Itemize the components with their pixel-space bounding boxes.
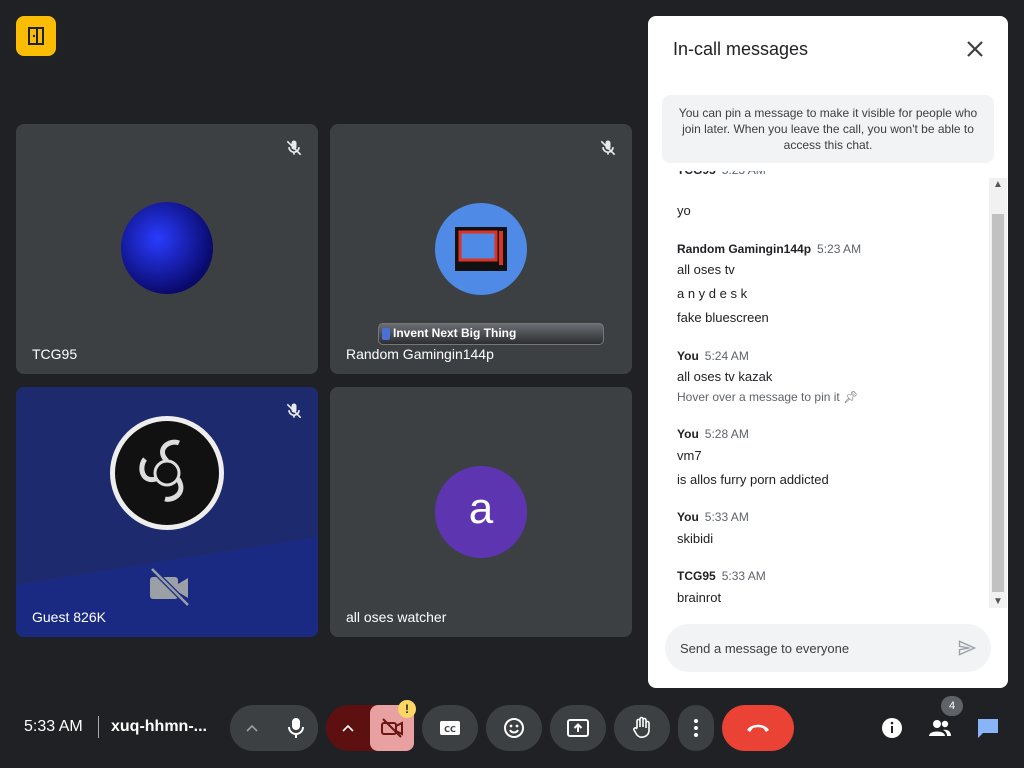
message-compose[interactable]: Send a message to everyone — [665, 624, 991, 672]
participant-name: Random Gamingin144p — [346, 346, 494, 362]
participant-name: Guest 826K — [32, 609, 106, 625]
present-button[interactable] — [550, 705, 606, 751]
status-banner: Invent Next Big Thing — [378, 323, 604, 345]
participant-tile[interactable]: Guest 826K — [16, 387, 318, 637]
reactions-button[interactable] — [486, 705, 542, 751]
present-screen-icon — [567, 719, 589, 737]
pin-info-note: You can pin a message to make it visible… — [662, 95, 994, 163]
more-vert-icon — [694, 719, 698, 737]
mic-control — [230, 705, 318, 751]
pin-icon: 📌︎ — [843, 390, 859, 404]
participant-name: TCG95 — [32, 346, 78, 362]
mic-button[interactable] — [274, 705, 318, 751]
camera-off-icon — [381, 718, 403, 738]
people-icon — [929, 720, 951, 736]
camera-warning-badge: ! — [398, 700, 416, 718]
people-button[interactable] — [924, 712, 956, 744]
info-icon — [882, 718, 902, 738]
avatar — [435, 203, 527, 295]
participant-tile[interactable]: Invent Next Big Thing Random Gamingin144… — [330, 124, 632, 374]
participant-tile[interactable]: a all oses watcher — [330, 387, 632, 637]
message-header: Random Gamingin144p 5:23 AM — [677, 242, 862, 256]
divider — [98, 716, 99, 738]
pin-hint: Hover over a message to pin it 📌︎ — [677, 390, 859, 404]
camera-off-icon — [150, 567, 190, 607]
message-input[interactable]: Send a message to everyone — [680, 641, 849, 656]
participant-count-badge: 4 — [941, 696, 963, 716]
message-list[interactable]: TCG955:23 AM yo Random Gamingin144p5:23 … — [648, 171, 988, 611]
mic-icon — [288, 718, 304, 738]
message-header: TCG95 5:33 AM — [677, 569, 766, 583]
emoji-icon — [504, 718, 524, 738]
participant-name: all oses watcher — [346, 609, 447, 625]
chevron-up-icon — [246, 724, 258, 732]
message-text[interactable]: fake bluescreen — [677, 310, 769, 325]
svg-text:CC: CC — [444, 725, 456, 734]
meet-logo-icon — [16, 16, 56, 56]
message-header: You 5:28 AM — [677, 427, 749, 441]
avatar: a — [435, 466, 527, 558]
avatar-initial: a — [468, 484, 494, 533]
captions-button[interactable]: CC — [422, 705, 478, 751]
message-text[interactable]: all oses tv kazak — [677, 369, 772, 384]
chevron-up-icon — [342, 724, 354, 732]
more-options-button[interactable] — [678, 705, 714, 751]
scroll-down-icon[interactable]: ▼ — [992, 596, 1004, 608]
hand-icon — [633, 716, 650, 738]
message-text[interactable]: skibidi — [677, 531, 713, 546]
obs-logo-avatar — [110, 416, 224, 530]
message-text[interactable]: vm7 — [677, 448, 702, 463]
video-options-button[interactable] — [326, 705, 370, 751]
chat-icon — [978, 719, 998, 738]
chat-panel: In-call messages You can pin a message t… — [648, 16, 1008, 688]
mic-off-icon — [286, 140, 302, 156]
leave-call-button[interactable] — [722, 705, 794, 751]
clock: 5:33 AM — [24, 718, 83, 735]
end-call-icon — [747, 724, 769, 732]
participant-tile[interactable]: TCG95 — [16, 124, 318, 374]
message-text[interactable]: a n y d e s k — [677, 286, 747, 301]
close-icon[interactable] — [964, 38, 986, 60]
message-text[interactable]: yo — [677, 203, 691, 218]
message-text[interactable]: is allos furry porn addicted — [677, 472, 829, 487]
scrollbar-thumb[interactable] — [992, 214, 1004, 592]
message-text[interactable]: brainrot — [677, 590, 721, 605]
chat-button[interactable] — [972, 712, 1004, 744]
message-header: You 5:33 AM — [677, 510, 749, 524]
meeting-info-button[interactable] — [876, 712, 908, 744]
meeting-code[interactable]: xuq-hhmn-... — [111, 718, 207, 736]
scroll-up-icon[interactable]: ▲ — [992, 179, 1004, 191]
mic-off-icon — [286, 403, 302, 419]
raise-hand-button[interactable] — [614, 705, 670, 751]
avatar — [121, 202, 213, 294]
message-text[interactable]: all oses tv — [677, 262, 735, 277]
send-icon[interactable] — [957, 638, 977, 658]
closed-captions-icon: CC — [440, 721, 460, 735]
panel-title: In-call messages — [673, 39, 809, 59]
message-header: You 5:24 AM — [677, 349, 749, 363]
audio-options-button[interactable] — [230, 705, 274, 751]
mic-off-icon — [600, 140, 616, 156]
message-header-cutoff: TCG955:23 AM — [677, 171, 766, 177]
